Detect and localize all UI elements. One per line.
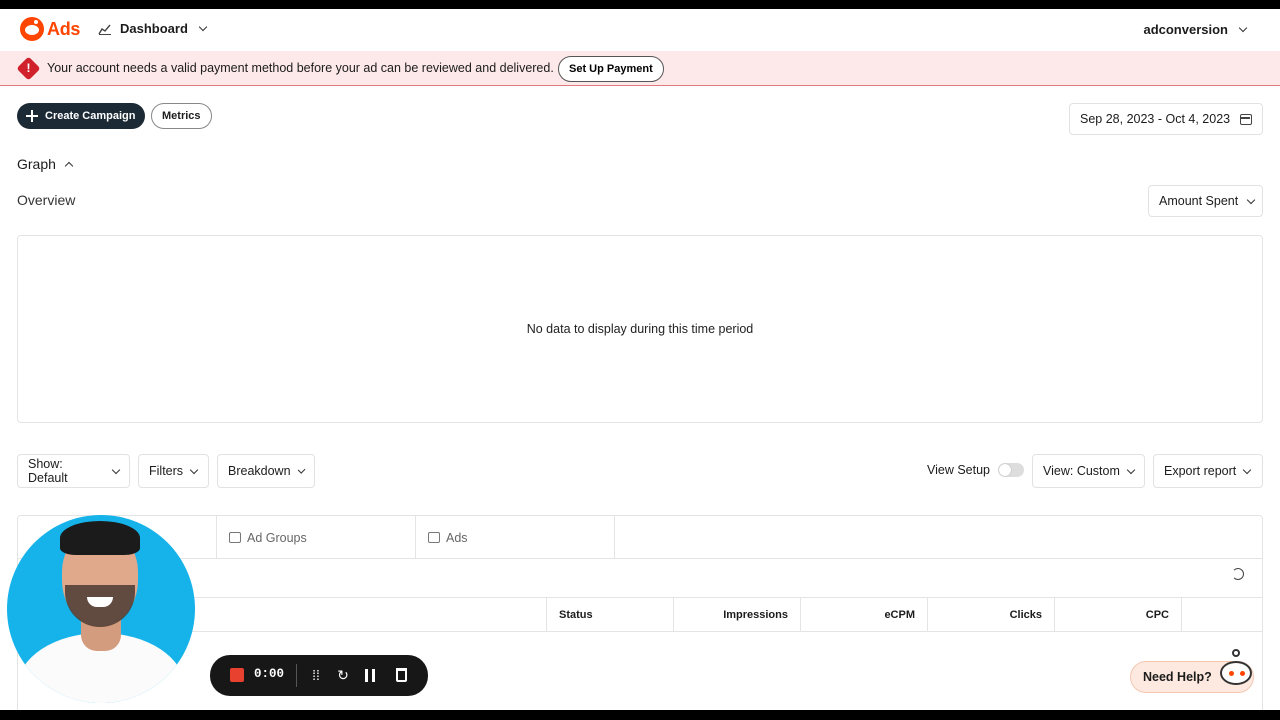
dashboard-nav-dropdown[interactable]: Dashboard [98,21,208,36]
pause-icon[interactable] [365,669,375,682]
create-campaign-button[interactable]: Create Campaign [17,103,146,129]
show-select-label: Show: Default [28,457,68,485]
calendar-icon [1240,114,1252,125]
recording-time: 0:00 [254,667,285,681]
graph-title: Graph [17,156,56,172]
chevron-down-icon [1243,465,1252,474]
snoo-mascot-icon[interactable] [1216,649,1256,695]
snoo-antenna [1232,649,1240,657]
column-header-status[interactable]: Status [546,598,673,632]
view-setup-toggle[interactable] [998,463,1025,477]
column-label: Status [559,609,593,621]
tab-label: Ad Groups [247,530,307,545]
column-label: eCPM [884,609,915,621]
graph-section-toggle[interactable]: Graph [17,156,74,172]
filters-label: Filters [149,464,184,478]
column-header-ecpm[interactable]: eCPM [800,598,927,632]
export-report-select[interactable]: Export report [1153,454,1263,488]
column-header-extra [1181,598,1263,632]
view-setup-label: View Setup [927,463,991,477]
chart-icon [98,24,111,35]
stop-recording-button[interactable] [230,668,244,682]
tab-label: Ads [446,530,468,545]
date-range-picker[interactable]: Sep 28, 2023 - Oct 4, 2023 [1069,103,1263,135]
column-label: CPC [1145,609,1169,621]
table-header: Status Impressions eCPM Clicks CPC [18,597,1262,632]
chevron-down-icon [198,22,208,32]
recorder-divider [296,664,297,687]
view-select-label: View: Custom [1043,464,1120,478]
column-label: Impressions [723,609,788,621]
column-header-clicks[interactable]: Clicks [927,598,1054,632]
chevron-down-icon [111,465,121,474]
chevron-down-icon [189,465,199,474]
top-bar: Ads Dashboard adconversion [0,9,1280,51]
column-header-impressions[interactable]: Impressions [673,598,800,632]
empty-chart-message: No data to display during this time peri… [526,322,754,336]
view-select[interactable]: View: Custom [1032,454,1145,488]
app-frame: Ads Dashboard adconversion ! Your accoun… [0,9,1280,710]
overview-label: Overview [17,192,76,208]
metric-select[interactable]: Amount Spent [1148,185,1263,217]
need-help-label: Need Help? [1143,670,1212,684]
breakdown-select[interactable]: Breakdown [217,454,315,488]
payment-alert-banner: ! Your account needs a valid payment met… [0,51,1280,86]
trash-icon[interactable] [396,668,407,682]
metric-select-value: Amount Spent [1159,194,1239,208]
logo-text: Ads [47,18,81,39]
chevron-down-icon [1238,23,1248,33]
metrics-button[interactable]: Metrics [151,103,212,129]
chevron-down-icon [297,465,306,474]
screen-recorder-bar: 0:00 ⁞⁞ ↻ [210,655,428,696]
drag-handle-icon[interactable]: ⁞⁞ [307,666,325,684]
view-setup-control: View Setup [927,463,1025,477]
ad-icon [428,532,440,543]
date-range-label: Sep 28, 2023 - Oct 4, 2023 [1080,112,1231,126]
filters-select[interactable]: Filters [138,454,209,488]
webcam-hair [60,521,140,555]
account-dropdown[interactable]: adconversion [1143,22,1248,37]
snoo-head [1220,661,1252,685]
refresh-icon[interactable] [1232,568,1244,580]
account-name: adconversion [1143,22,1228,37]
create-campaign-label: Create Campaign [45,110,136,122]
reddit-logo-icon [20,17,44,41]
column-label: Clicks [1009,609,1042,621]
plus-icon [26,110,38,122]
chevron-down-icon [1246,195,1256,204]
tab-ad-groups[interactable]: Ad Groups [217,516,416,559]
ad-group-icon [229,532,241,543]
set-up-payment-button[interactable]: Set Up Payment [558,56,664,82]
snoo-eye [1240,671,1245,676]
level-tabs: Ad Groups Ads [18,516,1262,559]
show-select[interactable]: Show: Default [17,454,130,488]
campaign-table-card: Ad Groups Ads Status Impressions eCPM Cl… [17,515,1263,710]
webcam-overlay[interactable] [7,515,195,703]
reddit-ads-logo[interactable]: Ads [20,17,80,41]
chart-panel: No data to display during this time peri… [17,235,1263,423]
restart-icon[interactable]: ↻ [334,666,352,684]
alert-message: Your account needs a valid payment metho… [47,61,554,75]
alert-icon: ! [16,56,41,81]
snoo-eye [1229,671,1234,676]
tab-ads[interactable]: Ads [416,516,615,559]
chevron-down-icon [1126,465,1136,474]
column-header-cpc[interactable]: CPC [1054,598,1181,632]
export-report-label: Export report [1164,464,1237,478]
dashboard-label: Dashboard [120,21,188,36]
breakdown-label: Breakdown [228,464,291,478]
chevron-up-icon [64,161,74,170]
